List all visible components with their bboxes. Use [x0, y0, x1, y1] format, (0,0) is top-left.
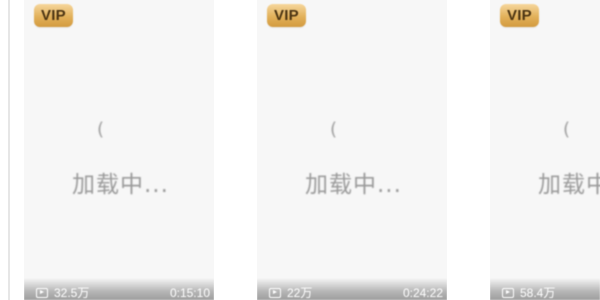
play-count-icon [502, 288, 514, 298]
loading-spinner-icon: ( [330, 119, 338, 140]
view-count: 32.5万 [54, 286, 90, 300]
vip-badge: VIP [500, 4, 539, 27]
video-card[interactable]: VIP ( 加载中... 22万 0:24:22 [257, 0, 447, 300]
scroll-edge-divider [0, 0, 10, 300]
vip-badge: VIP [267, 4, 306, 27]
video-info-bar: 22万 0:24:22 [257, 278, 447, 300]
view-count: 22万 [287, 286, 313, 300]
loading-text: 加载中... [305, 172, 402, 198]
loading-spinner-icon: ( [563, 119, 571, 140]
video-info-bar: 58.4万 [490, 278, 600, 300]
video-duration: 0:15:10 [169, 286, 210, 300]
video-duration: 0:24:22 [402, 286, 443, 300]
video-card[interactable]: VIP ( 加载中... 32.5万 0:15:10 [24, 0, 214, 300]
video-info-bar: 32.5万 0:15:10 [24, 278, 214, 300]
play-count-icon [269, 288, 281, 298]
vip-badge: VIP [34, 4, 73, 27]
play-count-icon [36, 288, 48, 298]
loading-spinner-icon: ( [97, 119, 105, 140]
loading-text: 加载中... [538, 172, 600, 198]
loading-text: 加载中... [72, 172, 169, 198]
video-card[interactable]: VIP ( 加载中... 58.4万 [490, 0, 600, 300]
view-count: 58.4万 [520, 286, 556, 300]
